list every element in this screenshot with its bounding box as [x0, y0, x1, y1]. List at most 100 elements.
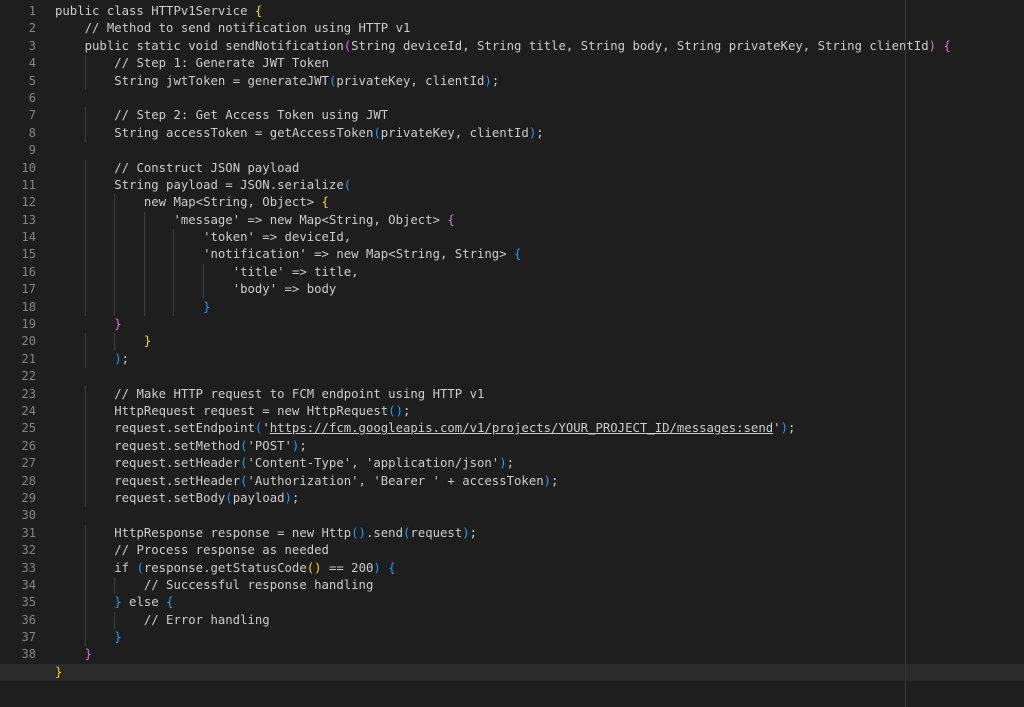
indent-guide	[173, 281, 175, 299]
code-line[interactable]	[55, 507, 1024, 524]
code-line[interactable]	[55, 142, 1024, 159]
indent-guide	[202, 263, 204, 282]
code-token: 'Content-Type', 'application/json'	[247, 456, 500, 471]
code-token: (	[240, 473, 248, 488]
code-token: {	[321, 195, 329, 210]
code-line[interactable]: // Successful response handling	[55, 576, 1024, 595]
indent-guide	[84, 455, 86, 473]
line-number: 4	[28, 56, 36, 71]
code-line[interactable]	[55, 368, 1024, 385]
indent-guide	[84, 437, 86, 456]
code-token: new Map<String, Object>	[143, 195, 322, 210]
code-line[interactable]: String accessToken = getAccessToken(priv…	[55, 124, 1024, 143]
code-line[interactable]: public static void sendNotification(Stri…	[55, 38, 1024, 55]
code-line[interactable]: // Method to send notification using HTT…	[55, 20, 1024, 37]
line-number: 25	[21, 421, 36, 436]
line-number: 28	[21, 473, 36, 488]
code-token: // Error handling	[143, 612, 270, 627]
line-number: 38	[21, 647, 36, 662]
code-token: (	[343, 177, 352, 192]
indent-guide	[84, 629, 86, 647]
code-line[interactable]: if (response.getStatusCode() == 200) {	[55, 559, 1024, 577]
code-token: ;	[491, 73, 500, 88]
code-token: HttpResponse response = new Http	[114, 525, 352, 540]
code-area[interactable]: public class HTTPv1Service { // Method t…	[0, 3, 1024, 682]
code-line[interactable]: );	[55, 350, 1024, 369]
code-token: == 200	[321, 560, 374, 575]
code-line[interactable]: // Make HTTP request to FCM endpoint usi…	[55, 385, 1024, 403]
code-token: ()	[306, 560, 322, 575]
code-line[interactable]: // Construct JSON payload	[55, 159, 1024, 177]
code-token: if	[114, 560, 137, 575]
indent-guide	[84, 594, 86, 612]
code-line[interactable]: }	[55, 646, 1024, 663]
indent-guide	[114, 281, 116, 299]
code-line[interactable]: request.setBody(payload);	[55, 489, 1024, 508]
code-token: ()	[388, 403, 403, 418]
line-number: 9	[28, 143, 36, 158]
indent-guide	[84, 489, 86, 508]
code-token: {	[447, 212, 455, 227]
line-number: 7	[28, 108, 36, 123]
line-number: 12	[21, 195, 36, 210]
code-line[interactable]: String jwtToken = generateJWT(privateKey…	[55, 72, 1024, 90]
code-line[interactable]: 'token' => deviceId,	[55, 229, 1024, 247]
indent-guide	[84, 72, 86, 90]
code-line[interactable]: 'notification' => new Map<String, String…	[55, 246, 1024, 264]
code-token: response.getStatusCode	[143, 560, 307, 575]
code-line[interactable]: request.setHeader('Content-Type', 'appli…	[55, 455, 1024, 473]
code-line[interactable]: public class HTTPv1Service {	[55, 3, 1024, 20]
code-line[interactable]: // Process response as needed	[55, 542, 1024, 560]
code-line[interactable]: // Step 2: Get Access Token using JWT	[55, 107, 1024, 125]
code-token: String deviceId, String title, String bo…	[351, 38, 929, 53]
code-token: }	[143, 334, 152, 349]
code-line[interactable]: String payload = JSON.serialize(	[55, 176, 1024, 195]
code-token: request.setHeader	[114, 456, 241, 471]
code-token: )	[543, 473, 552, 488]
line-number: 11	[21, 177, 36, 192]
code-line[interactable]: } else {	[55, 594, 1024, 612]
indent-guide	[173, 246, 175, 264]
line-number: 13	[21, 212, 36, 227]
code-line[interactable]: // Error handling	[55, 611, 1024, 630]
code-token: // Construct JSON payload	[114, 160, 300, 175]
indent-guide	[143, 229, 145, 247]
code-token: 'message' => new Map<String, Object>	[173, 212, 448, 227]
line-number: 18	[21, 299, 36, 314]
line-number: 30	[21, 508, 36, 523]
code-token: }	[55, 664, 63, 679]
code-line[interactable]: }	[55, 333, 1024, 351]
line-number: 10	[21, 160, 36, 175]
code-token: ;	[787, 421, 796, 436]
indent-guide	[84, 472, 86, 490]
line-number: 35	[21, 595, 36, 610]
indent-guide	[173, 263, 175, 282]
code-line[interactable]: 'title' => title,	[55, 263, 1024, 282]
code-line[interactable]	[55, 90, 1024, 107]
code-token: }	[114, 595, 122, 610]
code-line[interactable]: request.setMethod('POST');	[55, 437, 1024, 456]
code-line[interactable]: HttpRequest request = new HttpRequest();	[55, 402, 1024, 421]
indent-guide	[202, 281, 204, 299]
code-line[interactable]: request.setEndpoint('https://fcm.googlea…	[55, 420, 1024, 438]
code-line[interactable]: HttpResponse response = new Http().send(…	[55, 524, 1024, 543]
code-editor[interactable]: 1 2 3 4 5 6 7 8 9 10 11 12 13 14 15 16 17 18 19 20 21 22 23 24 2…	[0, 0, 1024, 707]
code-line[interactable]: }	[55, 298, 1024, 317]
code-token: HttpRequest request = new HttpRequest	[114, 403, 389, 418]
indent-guide	[84, 281, 86, 299]
code-line[interactable]: request.setHeader('Authorization', 'Bear…	[55, 472, 1024, 490]
code-token: )	[114, 351, 122, 366]
code-token: // Process response as needed	[114, 543, 329, 558]
code-line[interactable]: }	[0, 663, 1024, 682]
code-line[interactable]: 'body' => body	[55, 281, 1024, 299]
code-line[interactable]: // Step 1: Generate JWT Token	[55, 55, 1024, 73]
code-line[interactable]: }	[55, 316, 1024, 333]
code-token: {	[254, 4, 263, 18]
line-number: 26	[21, 438, 36, 453]
code-line[interactable]: }	[55, 629, 1024, 647]
code-line[interactable]: 'message' => new Map<String, Object> {	[55, 211, 1024, 230]
code-line[interactable]: new Map<String, Object> {	[55, 194, 1024, 212]
code-token: https://fcm.googleapis.com/v1/projects/Y…	[269, 421, 774, 436]
code-token: {	[514, 247, 522, 262]
